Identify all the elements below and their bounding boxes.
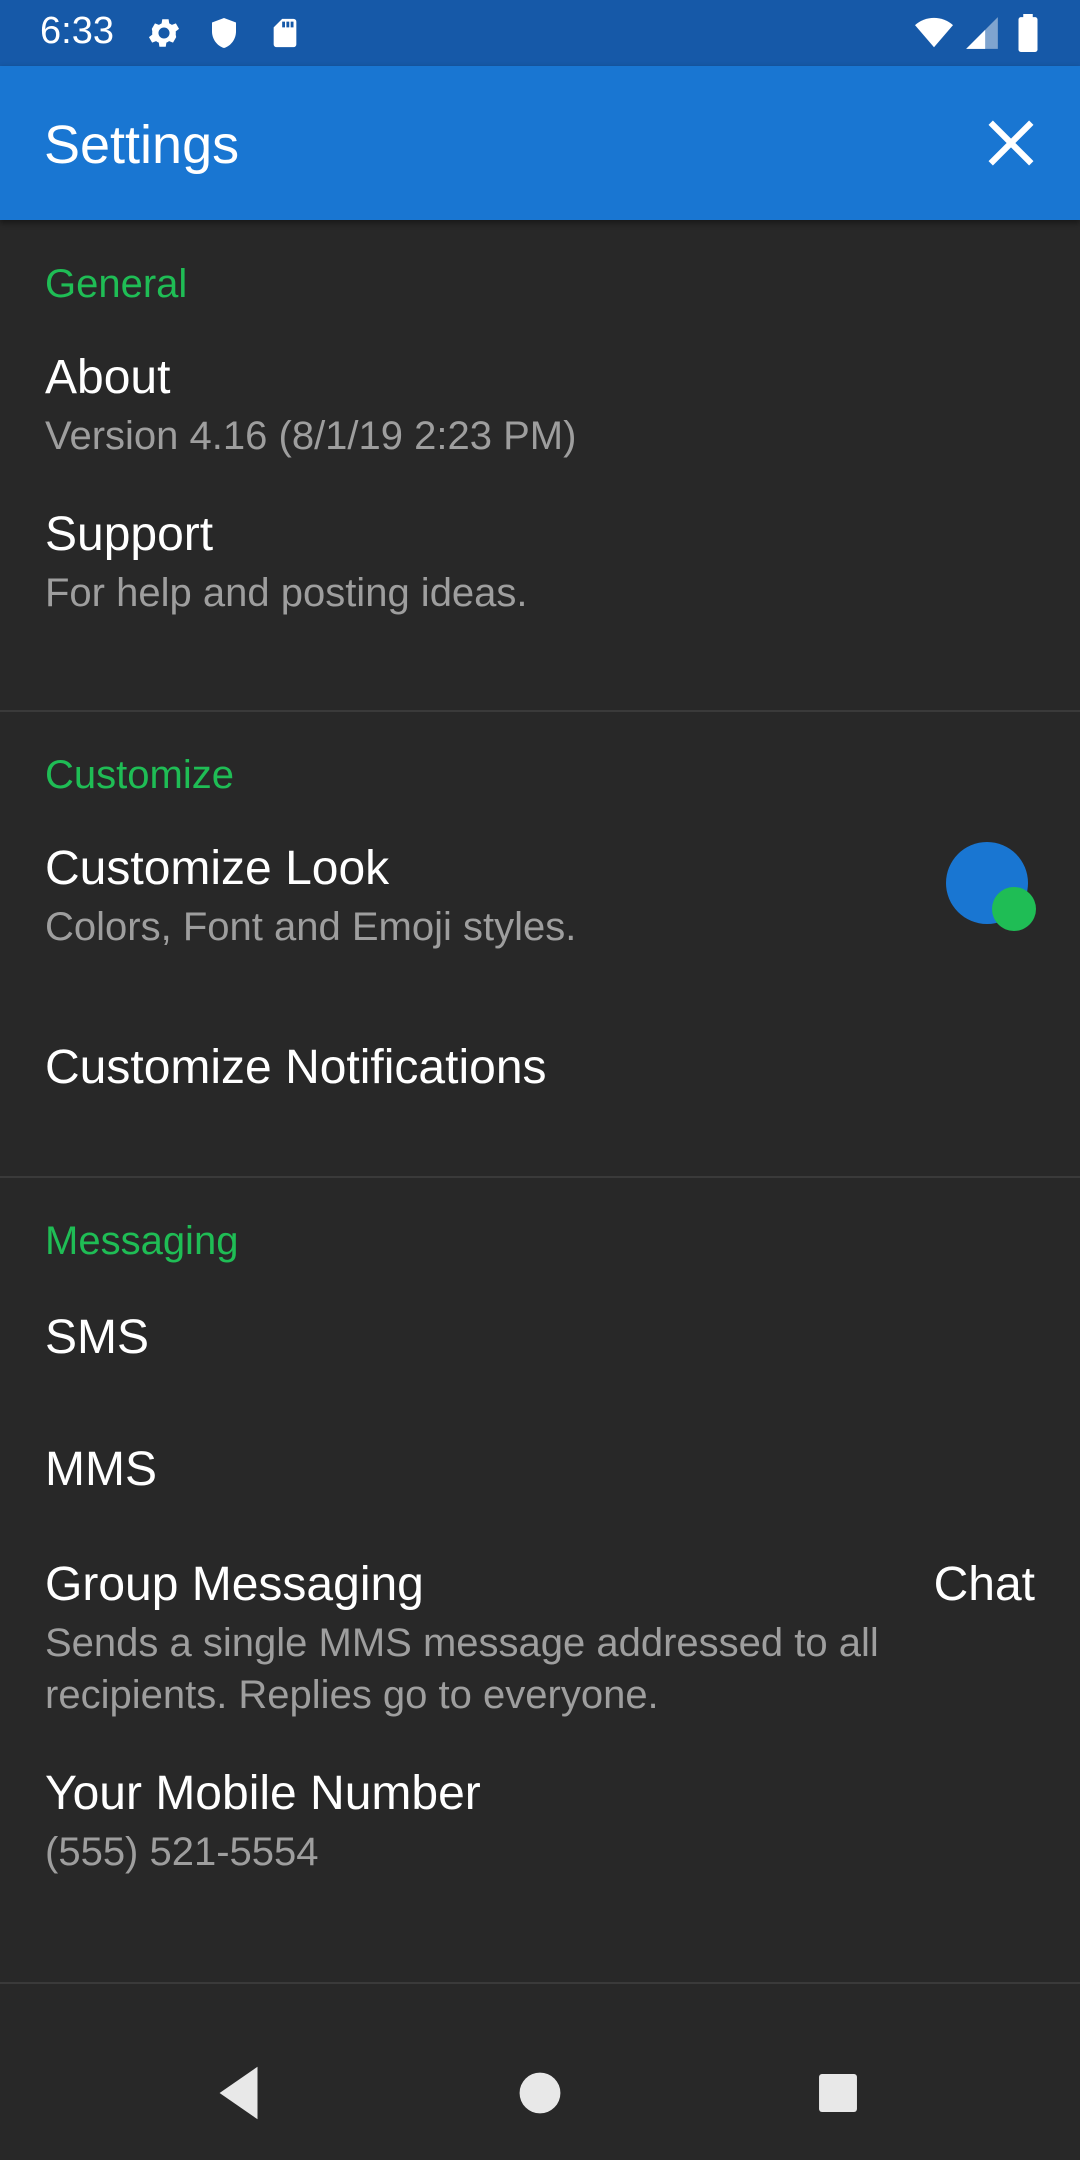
color-dots-icon: [946, 842, 1036, 931]
settings-item-support[interactable]: Support For help and posting ideas.: [0, 507, 1080, 657]
settings-item-customize-notifications[interactable]: Customize Notifications: [0, 1040, 1080, 1140]
divider: [0, 1176, 1080, 1178]
mobile-number-title: Your Mobile Number: [45, 1767, 481, 1820]
app-bar: Settings: [0, 66, 1080, 220]
customize-look-title: Customize Look: [45, 842, 390, 895]
customize-look-subtitle: Colors, Font and Emoji styles.: [45, 905, 577, 949]
section-header-general: General: [45, 262, 188, 306]
close-button[interactable]: [980, 112, 1042, 174]
back-triangle-icon: [219, 2066, 258, 2120]
cell-signal-icon: [962, 14, 1002, 57]
group-messaging-subtitle-line1: Sends a single MMS message addressed to …: [45, 1621, 879, 1665]
settings-item-sms[interactable]: SMS: [0, 1310, 1080, 1410]
settings-item-customize-look[interactable]: Customize Look Colors, Font and Emoji st…: [0, 841, 1080, 991]
gear-icon: [145, 14, 183, 57]
status-time: 6:33: [40, 10, 114, 52]
sd-card-icon: [268, 14, 302, 57]
settings-item-mobile-number[interactable]: Your Mobile Number (555) 521-5554: [0, 1766, 1080, 1916]
sms-title: SMS: [45, 1311, 150, 1364]
battery-icon: [1016, 14, 1040, 57]
recents-square-icon: [819, 2074, 857, 2112]
recents-button[interactable]: [803, 2058, 873, 2128]
settings-item-mms[interactable]: MMS: [0, 1442, 1080, 1542]
divider: [0, 1982, 1080, 1984]
customize-notifications-title: Customize Notifications: [45, 1041, 547, 1094]
status-bar: 6:33: [0, 0, 1080, 66]
back-button[interactable]: [205, 2058, 275, 2128]
home-circle-icon: [519, 2072, 561, 2114]
home-button[interactable]: [505, 2058, 575, 2128]
close-icon: [988, 120, 1034, 166]
about-subtitle: Version 4.16 (8/1/19 2:23 PM): [45, 414, 577, 458]
page-title: Settings: [44, 115, 240, 175]
group-messaging-title: Group Messaging: [45, 1558, 424, 1611]
shield-icon: [206, 14, 242, 57]
about-title: About: [45, 351, 171, 404]
wifi-icon: [912, 14, 956, 57]
divider: [0, 710, 1080, 712]
settings-item-group-messaging[interactable]: Group Messaging Chat Sends a single MMS …: [0, 1557, 1080, 1757]
navigation-bar: [0, 2025, 1080, 2160]
section-header-messaging: Messaging: [45, 1219, 239, 1263]
mobile-number-value: (555) 521-5554: [45, 1830, 319, 1874]
group-messaging-subtitle-line2: recipients. Replies go to everyone.: [45, 1673, 659, 1717]
support-subtitle: For help and posting ideas.: [45, 571, 528, 615]
settings-item-about[interactable]: About Version 4.16 (8/1/19 2:23 PM): [0, 350, 1080, 500]
mms-title: MMS: [45, 1443, 157, 1496]
section-header-customize: Customize: [45, 753, 234, 797]
support-title: Support: [45, 508, 214, 561]
settings-list[interactable]: General About Version 4.16 (8/1/19 2:23 …: [0, 220, 1080, 2025]
group-messaging-value: Chat: [933, 1558, 1035, 1611]
